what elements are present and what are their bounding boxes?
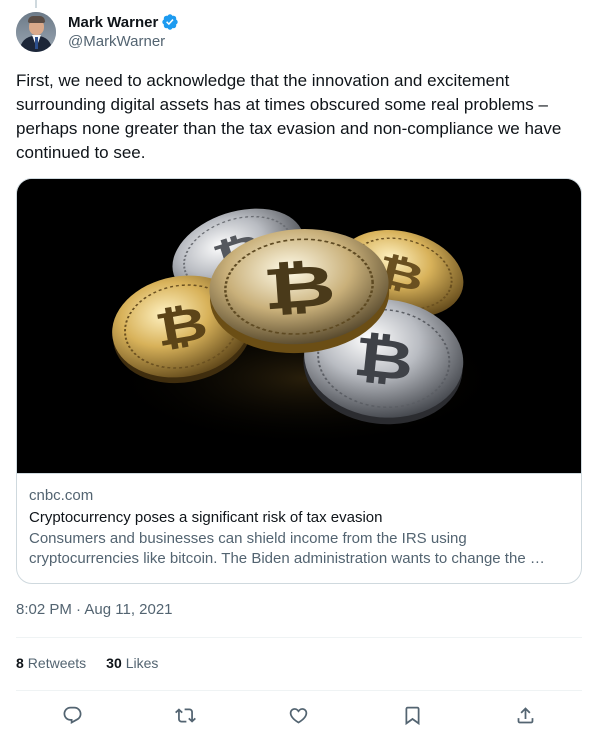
svg-text:₿: ₿ — [260, 251, 338, 323]
likes-stat[interactable]: 30 Likes — [106, 655, 158, 671]
retweets-stat[interactable]: 8 Retweets — [16, 655, 86, 671]
action-bar — [16, 700, 582, 730]
svg-text:₿: ₿ — [151, 296, 212, 358]
author-handle[interactable]: @MarkWarner — [68, 32, 179, 52]
divider — [16, 637, 582, 638]
timestamp-separator: · — [76, 601, 82, 618]
retweets-label: Retweets — [27, 655, 87, 671]
engagement-stats: 8 Retweets 30 Likes — [16, 653, 178, 673]
card-domain: cnbc.com — [29, 487, 94, 504]
share-button[interactable] — [508, 700, 542, 730]
share-icon — [517, 706, 534, 723]
like-icon — [290, 707, 308, 724]
retweet-icon — [175, 707, 197, 723]
timestamp-date[interactable]: Aug 11, 2021 — [84, 601, 172, 618]
retweet-button[interactable] — [169, 700, 203, 730]
tweet-timestamp: 8:02 PM · Aug 11, 2021 — [16, 600, 173, 620]
bitcoin-coins-image[interactable]: ₿ ₿ ₿ ₿ ₿ — [17, 179, 581, 474]
author-display-name[interactable]: Mark Warner — [68, 14, 158, 31]
timestamp-time[interactable]: 8:02 PM — [16, 601, 72, 618]
retweets-count: 8 — [16, 655, 24, 671]
tweet-text: First, we need to acknowledge that the i… — [16, 71, 562, 162]
bookmark-button[interactable] — [395, 700, 429, 730]
bookmark-icon — [405, 706, 420, 725]
likes-count: 30 — [106, 655, 122, 671]
divider — [16, 690, 582, 691]
reply-button[interactable] — [56, 700, 90, 730]
card-title: Cryptocurrency poses a significant risk … — [29, 509, 383, 526]
card-meta[interactable]: cnbc.com Cryptocurrency poses a signific… — [17, 474, 581, 569]
link-preview-card[interactable]: ₿ ₿ ₿ ₿ ₿ cnbc.com C — [16, 178, 582, 584]
thread-connector-line — [35, 0, 37, 8]
svg-text:₿: ₿ — [350, 325, 416, 394]
reply-icon — [63, 706, 82, 724]
avatar[interactable] — [16, 12, 56, 52]
likes-label: Likes — [125, 655, 159, 671]
author-names: Mark Warner @MarkWarner — [68, 12, 179, 52]
tweet-header: Mark Warner @MarkWarner — [16, 12, 179, 52]
verified-badge-icon[interactable] — [161, 13, 179, 31]
card-description: Consumers and businesses can shield inco… — [29, 530, 545, 567]
like-button[interactable] — [282, 700, 316, 730]
